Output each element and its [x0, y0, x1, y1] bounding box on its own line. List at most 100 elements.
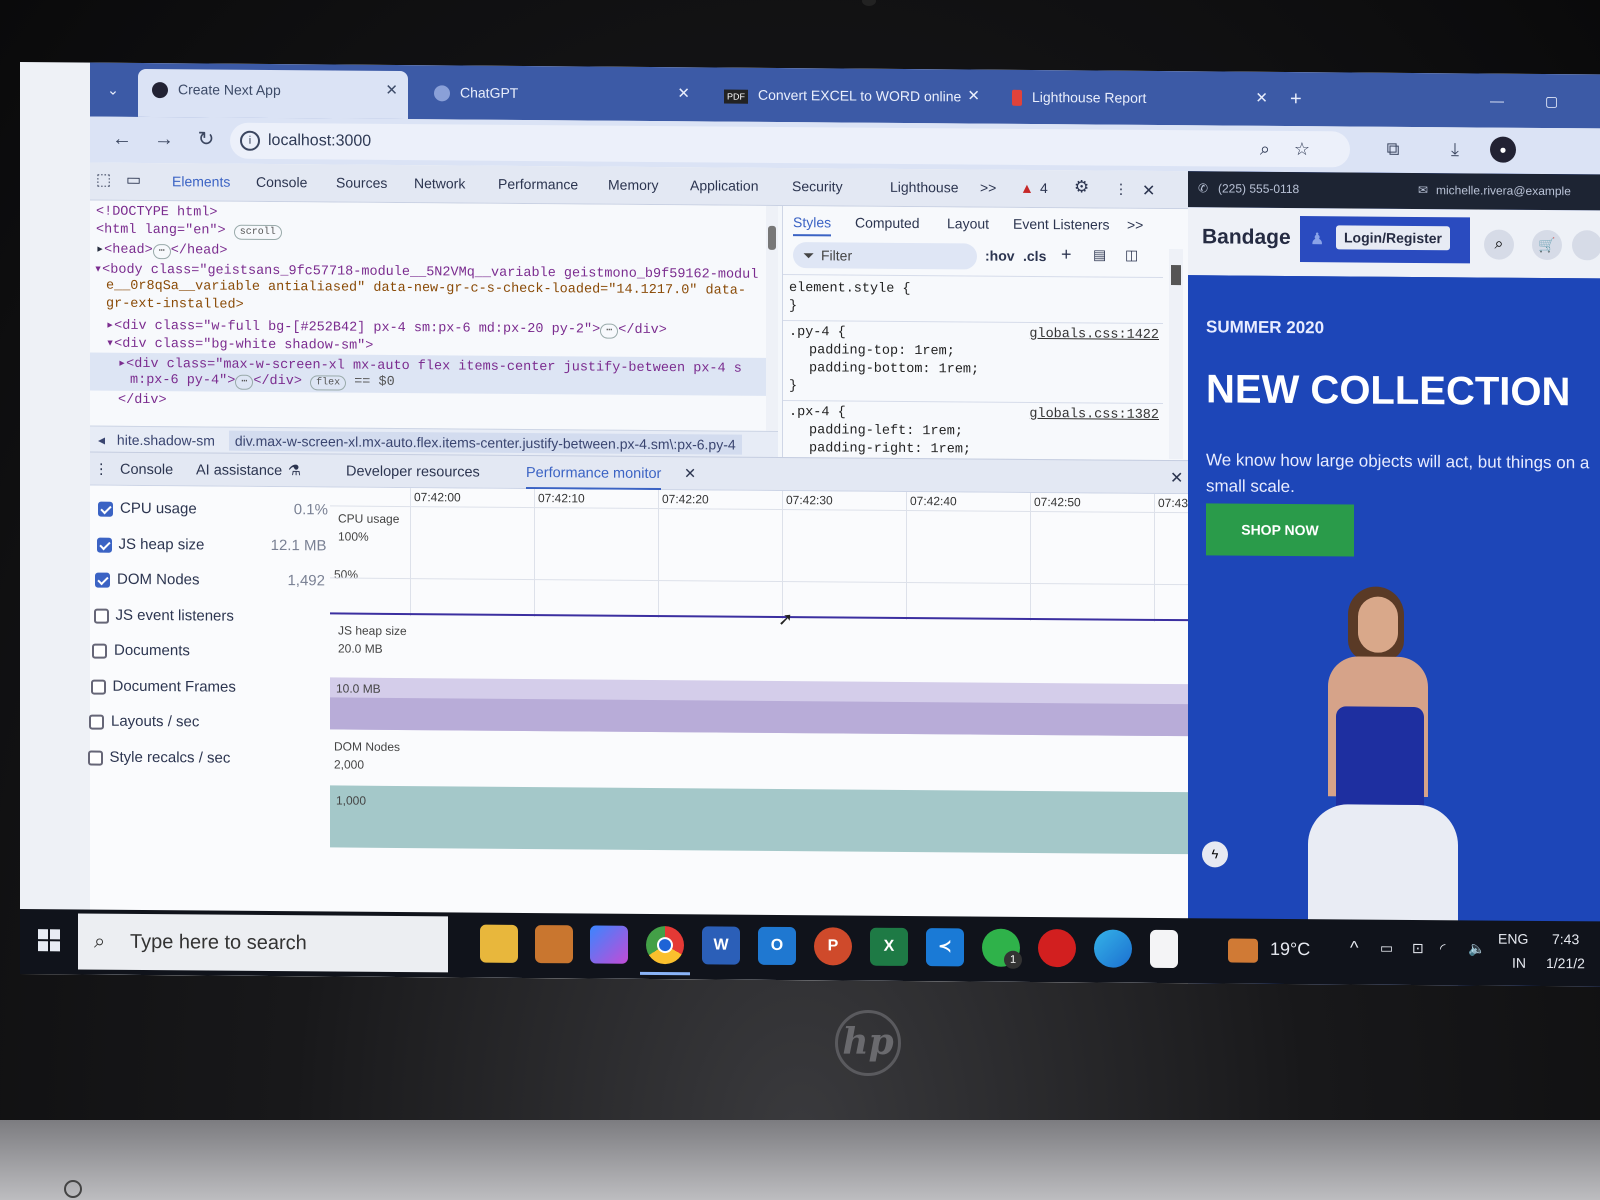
- close-icon[interactable]: ✕: [677, 77, 690, 111]
- scroll-badge[interactable]: scroll: [233, 224, 282, 241]
- tab-layout[interactable]: Layout: [947, 215, 989, 231]
- language-secondary[interactable]: IN: [1512, 955, 1526, 971]
- bookmark-star-icon[interactable]: ☆: [1294, 131, 1310, 167]
- drawer-tab-console[interactable]: Console: [120, 462, 173, 478]
- rule-source-link[interactable]: globals.css:1422: [1029, 327, 1159, 343]
- dom-line[interactable]: </div>: [118, 393, 167, 408]
- download-icon[interactable]: ⤓: [1442, 136, 1468, 162]
- breadcrumb-item[interactable]: hite.shadow-sm: [117, 432, 215, 449]
- clock-time[interactable]: 7:43: [1552, 931, 1579, 947]
- metric-checkbox[interactable]: [92, 643, 107, 659]
- tab-lighthouse[interactable]: Lighthouse: [890, 179, 959, 196]
- breadcrumb-item-selected[interactable]: div.max-w-screen-xl.mx-auto.flex.items-c…: [228, 430, 742, 455]
- dom-line-selected[interactable]: m:px-6 py-4"> ⋯ </div> flex == $0: [130, 373, 395, 391]
- metric-checkbox[interactable]: [93, 608, 109, 624]
- metric-checkbox[interactable]: [89, 714, 104, 730]
- vscode-icon[interactable]: ≺: [926, 928, 964, 967]
- tab-console[interactable]: Console: [256, 174, 307, 190]
- metric-row[interactable]: Layouts / sec: [89, 711, 319, 737]
- close-icon[interactable]: ✕: [1255, 82, 1268, 116]
- metric-row[interactable]: Documents: [92, 640, 322, 666]
- extensions-icon[interactable]: ⧉: [1380, 136, 1406, 162]
- metric-row[interactable]: JS event listeners: [93, 604, 324, 630]
- outlook-icon[interactable]: O: [758, 926, 796, 966]
- tab-performance[interactable]: Performance: [498, 176, 578, 193]
- collapsed-badge[interactable]: ⋯: [600, 323, 619, 339]
- css-property[interactable]: padding-top: 1rem;: [809, 343, 955, 359]
- language-primary[interactable]: ENG: [1498, 931, 1528, 947]
- wifi-icon[interactable]: ◜: [1440, 940, 1445, 957]
- back-arrow-icon[interactable]: ←: [108, 125, 136, 153]
- shop-now-button[interactable]: SHOP NOW: [1206, 503, 1354, 557]
- kebab-menu-icon[interactable]: ⋮: [1114, 181, 1128, 198]
- touch-icon[interactable]: ⊡: [1412, 940, 1424, 957]
- cls-toggle[interactable]: .cls: [1023, 248, 1046, 264]
- dom-line[interactable]: ▾<div class="bg-white shadow-sm">: [106, 335, 373, 354]
- search-icon[interactable]: ⌕: [1484, 229, 1514, 260]
- notepad-icon[interactable]: [1150, 929, 1178, 969]
- metric-checkbox[interactable]: [90, 679, 106, 695]
- close-drawer-icon[interactable]: ✕: [1170, 468, 1183, 488]
- excel-icon[interactable]: X: [870, 927, 908, 966]
- forward-arrow-icon[interactable]: →: [150, 125, 178, 153]
- battery-icon[interactable]: ▭: [1380, 940, 1393, 957]
- scrollbar[interactable]: [1169, 249, 1183, 460]
- metric-row[interactable]: Document Frames: [90, 675, 321, 701]
- new-rule-icon[interactable]: +: [1061, 244, 1072, 265]
- metric-checkbox[interactable]: [87, 750, 103, 766]
- close-devtools-icon[interactable]: ✕: [1142, 181, 1155, 201]
- file-explorer-icon[interactable]: [480, 924, 518, 963]
- windows-start-icon[interactable]: [38, 929, 60, 952]
- login-register-button[interactable]: Login/Register: [1336, 225, 1451, 251]
- metric-checkbox[interactable]: [98, 501, 113, 517]
- flex-badge[interactable]: flex: [310, 375, 347, 391]
- dom-line[interactable]: ▸<head> ⋯ </head>: [96, 241, 228, 260]
- drawer-tab-performance-monitor[interactable]: Performance monitor: [526, 464, 662, 491]
- maximize-icon[interactable]: ▢: [1545, 84, 1558, 118]
- weather-icon[interactable]: [1228, 938, 1258, 963]
- tab-security[interactable]: Security: [792, 178, 843, 194]
- metric-row[interactable]: JS heap size 12.1 MB: [96, 533, 327, 559]
- warning-count[interactable]: 4: [1040, 180, 1048, 196]
- metric-row[interactable]: DOM Nodes 1,492: [95, 569, 325, 595]
- word-icon[interactable]: W: [702, 926, 740, 965]
- scrollbar-thumb[interactable]: [1171, 265, 1181, 286]
- css-property[interactable]: padding-bottom: 1rem;: [809, 361, 979, 377]
- drawer-tab-developer-resources[interactable]: Developer resources: [346, 464, 480, 481]
- rule-selector[interactable]: element.style {: [789, 281, 911, 297]
- hov-toggle[interactable]: :hov: [985, 248, 1015, 264]
- sidebar-toggle-icon[interactable]: ◫: [1125, 247, 1138, 264]
- wishlist-icon[interactable]: [1572, 230, 1600, 261]
- breadcrumb-left-icon[interactable]: ◂: [98, 432, 105, 448]
- close-icon[interactable]: ✕: [967, 79, 980, 113]
- minimize-icon[interactable]: —: [1490, 84, 1504, 118]
- drawer-menu-icon[interactable]: ⋮: [94, 462, 109, 478]
- device-toolbar-icon[interactable]: ▭: [126, 170, 141, 190]
- tab-memory[interactable]: Memory: [608, 177, 659, 193]
- recorder-icon[interactable]: [1038, 928, 1076, 968]
- site-email[interactable]: michelle.rivera@example: [1436, 183, 1571, 198]
- rule-source-link[interactable]: globals.css:1382: [1029, 407, 1159, 423]
- paint-icon[interactable]: ▤: [1093, 246, 1106, 263]
- metric-checkbox[interactable]: [96, 537, 112, 553]
- tab-event-listeners[interactable]: Event Listeners: [1013, 216, 1110, 233]
- zoom-icon[interactable]: ⌕: [1260, 131, 1270, 167]
- notes-app-icon[interactable]: [535, 925, 573, 964]
- metric-row[interactable]: Style recalcs / sec: [87, 746, 318, 772]
- close-icon[interactable]: ✕: [684, 466, 696, 482]
- metric-row[interactable]: CPU usage 0.1%: [98, 498, 328, 524]
- dom-line[interactable]: <!DOCTYPE html>: [96, 205, 218, 221]
- styles-filter-input[interactable]: ⏷ Filter: [793, 242, 977, 270]
- copilot-icon[interactable]: [590, 925, 628, 964]
- close-icon[interactable]: ✕: [385, 71, 398, 111]
- collapsed-badge[interactable]: ⋯: [152, 244, 171, 260]
- weather-temp[interactable]: 19°C: [1270, 939, 1310, 960]
- scrollbar-thumb[interactable]: [768, 225, 776, 250]
- tray-chevron-icon[interactable]: ^: [1350, 937, 1358, 958]
- warning-icon[interactable]: ▲: [1020, 180, 1034, 196]
- whatsapp-icon[interactable]: 1: [982, 928, 1022, 969]
- tab-lighthouse-report[interactable]: Lighthouse Report ✕: [998, 80, 1278, 116]
- profile-avatar[interactable]: ●: [1490, 136, 1516, 163]
- powerpoint-icon[interactable]: P: [814, 927, 852, 966]
- chrome-icon[interactable]: [646, 925, 684, 965]
